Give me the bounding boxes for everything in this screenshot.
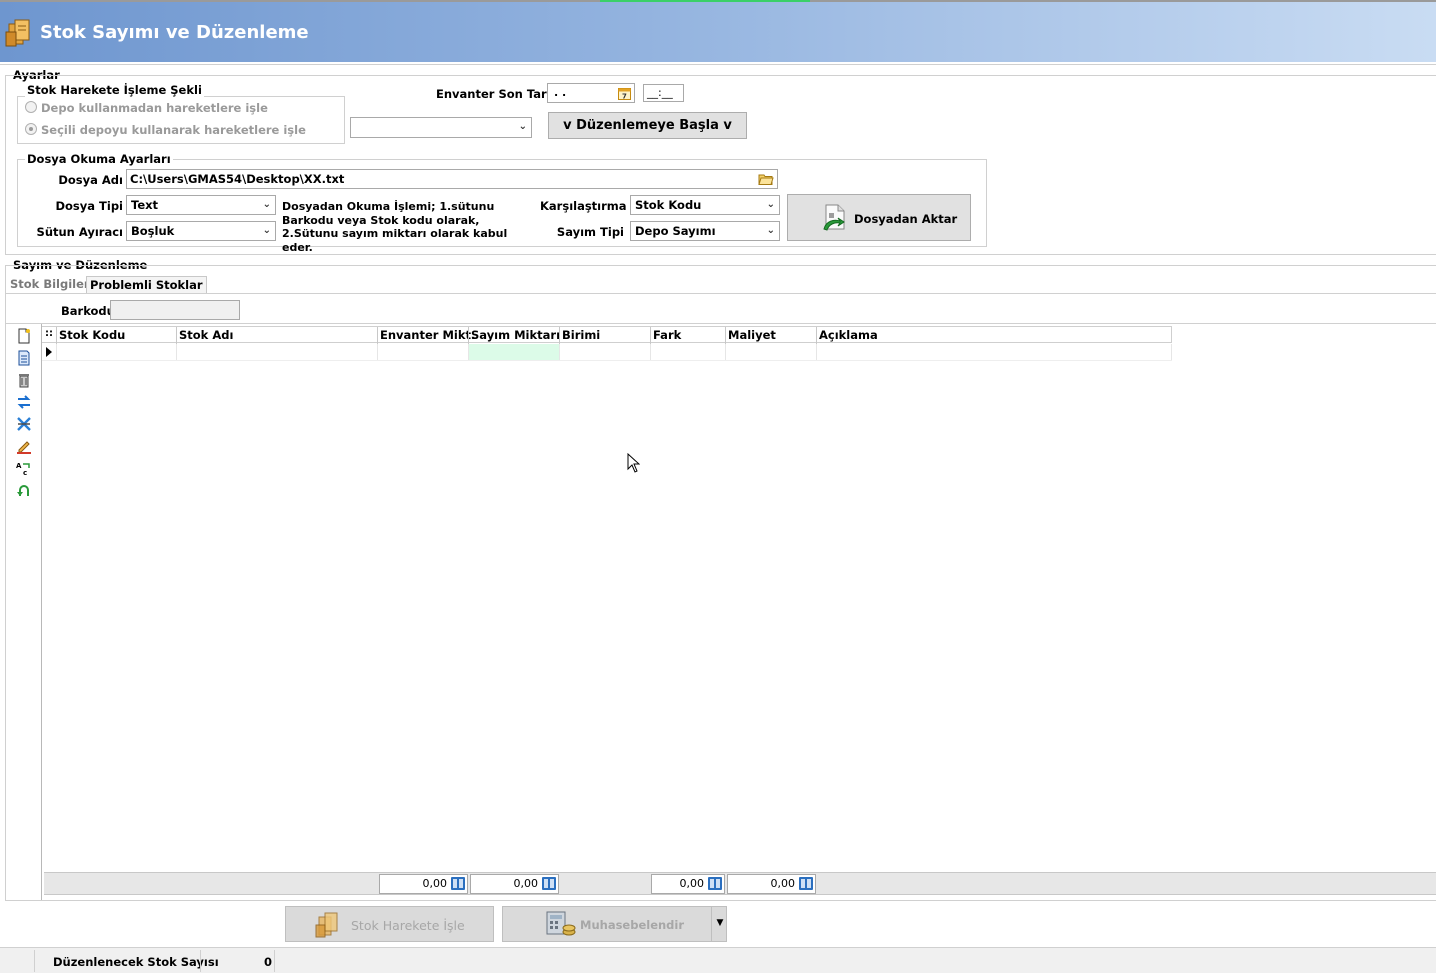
- dosya-tipi-value: Text: [131, 198, 159, 212]
- svg-text:A: A: [16, 462, 22, 470]
- sayim-tipi-value: Depo Sayımı: [635, 224, 716, 238]
- barkod-input[interactable]: [110, 300, 240, 320]
- folder-open-icon[interactable]: [758, 172, 774, 186]
- col-stok-adi[interactable]: Stok Adı: [176, 327, 377, 344]
- envanter-total-value: 0,00: [422, 877, 448, 890]
- col-envanter-mikt[interactable]: Envanter Mikt.: [377, 327, 475, 344]
- stok-harekete-isle-button[interactable]: Stok Harekete İşle: [285, 906, 494, 942]
- title-bar: Stok Sayımı ve Düzenleme: [0, 0, 1436, 62]
- calendar-icon[interactable]: 7: [618, 86, 631, 100]
- depo-kullanmadan-label[interactable]: Depo kullanmadan hareketlere işle: [41, 101, 268, 115]
- dosya-adi-value: C:\Users\GMAS54\Desktop\XX.txt: [130, 172, 345, 186]
- barkod-label: Barkodu: [61, 304, 115, 318]
- sutun-ayiraci-label: Sütun Ayıracı: [36, 225, 123, 239]
- sutun-ayiraci-value: Boşluk: [131, 224, 175, 238]
- delete-icon[interactable]: [16, 372, 32, 388]
- fark-total[interactable]: 0,00: [651, 874, 725, 894]
- import-file-icon: [823, 204, 845, 231]
- dropdown-arrow-icon[interactable]: ▼: [711, 907, 728, 941]
- maliyet-total-value: 0,00: [770, 877, 796, 890]
- chevron-down-icon: ⌄: [262, 199, 271, 210]
- maliyet-total[interactable]: 0,00: [727, 874, 816, 894]
- col-maliyet[interactable]: Maliyet: [725, 327, 816, 344]
- depo-select[interactable]: ⌄: [350, 117, 532, 138]
- depo-kullanmadan-radio[interactable]: [25, 101, 37, 113]
- mouse-cursor-icon: [627, 453, 640, 473]
- app-stock-icon: [5, 19, 30, 47]
- grid-corner[interactable]: ::: [42, 327, 56, 344]
- secili-depo-radio[interactable]: [25, 123, 37, 135]
- calculator-icon[interactable]: [799, 877, 813, 890]
- chevron-down-icon: ⌄: [766, 225, 775, 236]
- transfer-icon[interactable]: [16, 394, 32, 410]
- envanter-label: Envanter Son Tarih: [436, 87, 559, 101]
- new-icon[interactable]: [16, 328, 32, 344]
- stok-grid[interactable]: :: Stok Kodu Stok Adı Envanter Mikt. Say…: [42, 326, 1172, 361]
- grid-header: :: Stok Kodu Stok Adı Envanter Mikt. Say…: [42, 326, 1172, 344]
- chevron-down-icon: ⌄: [766, 199, 775, 210]
- calculator-icon[interactable]: [542, 877, 556, 890]
- dosya-okuma-title: Dosya Okuma Ayarları: [25, 152, 173, 166]
- loading-indicator: [600, 0, 810, 2]
- muhasebelendir-label: Muhasebelendir: [580, 918, 685, 932]
- calculator-icon[interactable]: [451, 877, 465, 890]
- sayim-tipi-select[interactable]: Depo Sayımı ⌄: [630, 221, 780, 241]
- chevron-down-icon: ⌄: [262, 225, 271, 236]
- sayim-tipi-label: Sayım Tipi: [556, 225, 624, 239]
- col-birimi[interactable]: Birimi: [559, 327, 650, 344]
- envanter-date-value: . .: [554, 86, 567, 99]
- calculator-icon[interactable]: [708, 877, 722, 890]
- window-title: Stok Sayımı ve Düzenleme: [40, 22, 309, 43]
- col-fark[interactable]: Fark: [650, 327, 725, 344]
- karsilastirma-select[interactable]: Stok Kodu ⌄: [630, 195, 780, 215]
- dosya-info-text: Dosyadan Okuma İşlemi; 1.sütunu Barkodu …: [282, 200, 508, 254]
- fark-total-value: 0,00: [679, 877, 705, 890]
- dosyadan-aktar-button[interactable]: Dosyadan Aktar: [787, 194, 971, 241]
- sayim-total[interactable]: 0,00: [470, 874, 559, 894]
- tab-stok-bilgileri[interactable]: Stok Bilgileri: [10, 277, 94, 291]
- col-aciklama[interactable]: Açıklama: [816, 327, 1171, 344]
- sayim-miktari-cell[interactable]: [468, 344, 559, 360]
- chevron-down-icon: ⌄: [518, 121, 527, 132]
- duzenlemeye-basla-button[interactable]: v Düzenlemeye Başla v: [548, 112, 747, 139]
- sayim-total-value: 0,00: [513, 877, 539, 890]
- dosya-tipi-label: Dosya Tipi: [55, 199, 123, 213]
- undo-icon[interactable]: [16, 482, 32, 498]
- dosyadan-aktar-label: Dosyadan Aktar: [854, 212, 958, 226]
- stock-boxes-icon: [315, 912, 338, 938]
- row-indicator-icon: [46, 347, 52, 357]
- tab-problemli-stoklar[interactable]: Problemli Stoklar: [86, 276, 207, 293]
- col-sayim-miktari[interactable]: Sayım Miktarı: [468, 327, 560, 344]
- karsilastirma-value: Stok Kodu: [635, 198, 702, 212]
- dosya-adi-label: Dosya Adı: [58, 173, 123, 187]
- karsilastirma-label: Karşılaştırma: [540, 199, 627, 213]
- dosya-tipi-select[interactable]: Text ⌄: [126, 195, 276, 215]
- status-bar: Düzenlenecek Stok Sayısı 0: [0, 947, 1436, 973]
- grid-toolbar: Ac: [16, 328, 34, 498]
- cancel-icon[interactable]: [16, 416, 32, 432]
- sutun-ayiraci-select[interactable]: Boşluk ⌄: [126, 221, 276, 241]
- stok-hareket-title: Stok Harekete İşleme Şekli: [25, 83, 204, 97]
- stok-harekete-isle-label: Stok Harekete İşle: [351, 918, 465, 933]
- col-stok-kodu[interactable]: Stok Kodu: [56, 327, 176, 344]
- accounting-icon: [546, 911, 576, 936]
- secili-depo-label[interactable]: Seçili depoyu kullanarak hareketlere işl…: [41, 123, 306, 137]
- stok-sayisi-value: 0: [264, 955, 273, 969]
- svg-text:c: c: [23, 469, 27, 476]
- document-icon[interactable]: [16, 350, 32, 366]
- dosya-adi-input[interactable]: C:\Users\GMAS54\Desktop\XX.txt: [126, 169, 778, 189]
- replace-icon[interactable]: Ac: [16, 460, 32, 476]
- table-row[interactable]: [42, 344, 1172, 361]
- stok-sayisi-label: Düzenlenecek Stok Sayısı: [53, 955, 219, 969]
- edit-icon[interactable]: [16, 438, 32, 454]
- svg-text:7: 7: [622, 93, 627, 101]
- envanter-date-input[interactable]: . . 7: [547, 83, 635, 103]
- envanter-total[interactable]: 0,00: [379, 874, 468, 894]
- envanter-time-input[interactable]: __:__: [643, 84, 684, 102]
- muhasebelendir-button[interactable]: Muhasebelendir ▼: [502, 906, 727, 942]
